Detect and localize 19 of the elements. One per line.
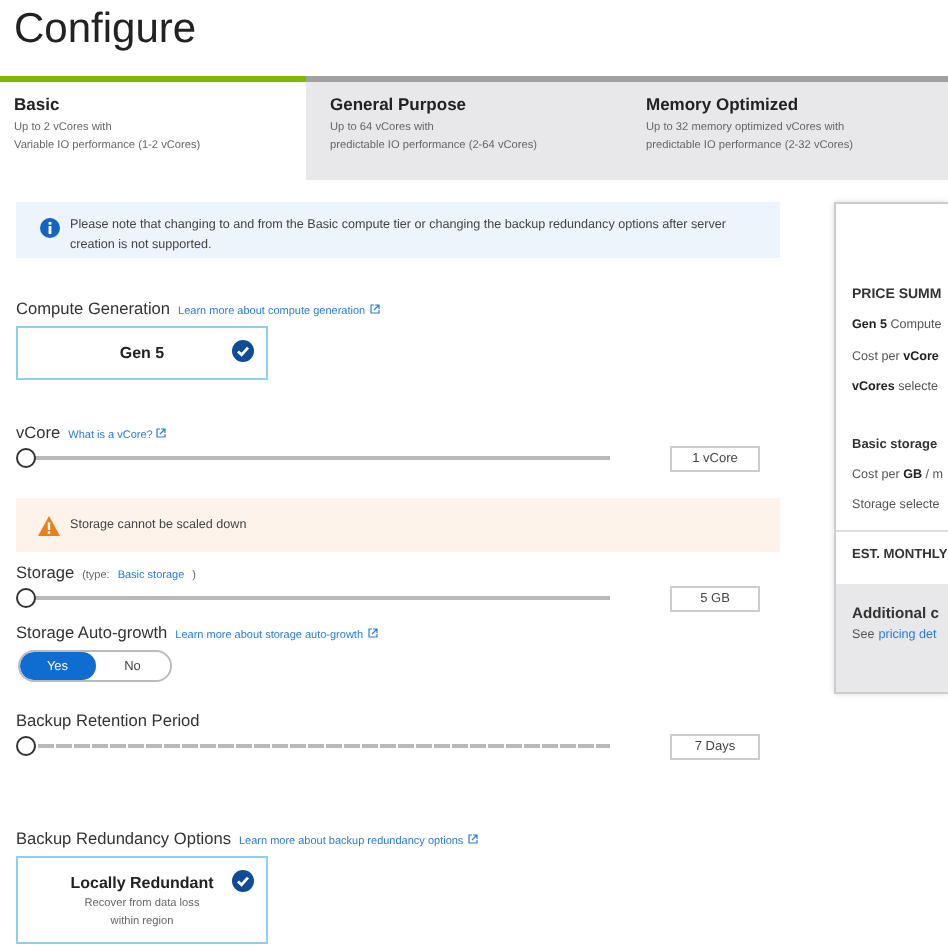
field-label: Backup Retention Period — [16, 710, 200, 730]
field-label: Backup Redundancy Options — [16, 828, 231, 848]
slider-thumb[interactable] — [16, 736, 36, 756]
field-label: Storage Auto-growth — [16, 622, 168, 642]
field-label: Storage — [16, 562, 75, 582]
slider-thumb[interactable] — [16, 448, 36, 468]
slider-thumb[interactable] — [16, 588, 36, 608]
warning-icon — [38, 516, 60, 536]
field-label: Compute Generation — [16, 298, 171, 318]
card-title: Locally Redundant — [70, 874, 214, 892]
field-label: vCore — [16, 422, 61, 442]
external-link-icon — [367, 627, 378, 637]
card-title: Gen 5 — [119, 344, 165, 362]
external-link-icon — [156, 427, 167, 437]
option-card[interactable]: Gen 5 — [16, 326, 268, 380]
info-icon — [40, 218, 60, 238]
external-link-icon — [369, 303, 380, 313]
page-title: Configure — [12, 4, 199, 56]
external-link-icon — [467, 833, 478, 843]
